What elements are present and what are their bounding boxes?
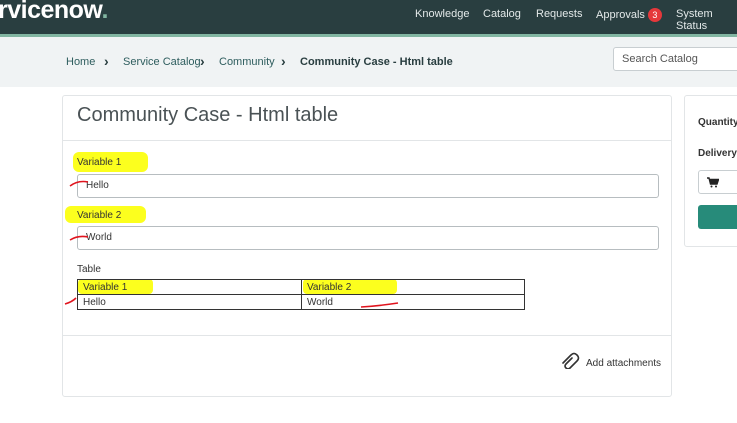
table-header-cell: Variable 1 — [83, 282, 128, 293]
table-cell: Hello — [83, 297, 106, 308]
annotation-mark — [64, 297, 77, 305]
breadcrumb-service-catalog[interactable]: Service Catalog — [123, 56, 201, 68]
table-cell: World — [307, 297, 333, 308]
paperclip-icon[interactable] — [560, 351, 582, 369]
delivery-label: Delivery — [698, 148, 737, 159]
servicenow-logo[interactable]: rvicenow. — [0, 0, 108, 25]
chevron-right-icon: › — [104, 53, 109, 69]
nav-approvals-label: Approvals — [596, 8, 645, 21]
approvals-count-badge: 3 — [647, 8, 662, 22]
quantity-label: Quantity — [698, 117, 737, 128]
add-attachments-link[interactable]: Add attachments — [586, 358, 661, 369]
annotation-mark — [69, 235, 89, 241]
search-catalog-input[interactable]: Search Catalog — [613, 47, 737, 71]
footer-divider — [63, 335, 671, 336]
nav-requests[interactable]: Requests — [536, 8, 582, 20]
title-divider — [63, 140, 671, 141]
table-header-cell: Variable 2 — [307, 282, 352, 293]
nav-system-status[interactable]: System Status — [676, 8, 737, 32]
annotation-mark — [360, 302, 399, 308]
variable2-field[interactable]: World — [77, 226, 659, 250]
page-title: Community Case - Html table — [77, 104, 339, 126]
chevron-right-icon: › — [281, 53, 286, 69]
add-to-cart-button[interactable] — [698, 170, 737, 194]
annotation-mark — [69, 180, 89, 187]
chevron-right-icon: › — [200, 53, 205, 69]
nav-approvals[interactable]: Approvals 3 — [596, 8, 662, 22]
variable2-label: Variable 2 — [77, 210, 122, 221]
cart-icon — [707, 177, 719, 188]
nav-knowledge[interactable]: Knowledge — [415, 8, 469, 20]
order-now-button[interactable] — [698, 205, 737, 229]
table-column-divider — [301, 279, 302, 310]
logo-dot: . — [101, 0, 108, 24]
table-label: Table — [77, 264, 101, 275]
variable1-label: Variable 1 — [77, 157, 122, 168]
logo-text: rvicenow — [0, 0, 102, 24]
variable1-field[interactable]: Hello — [77, 174, 659, 198]
breadcrumb-home[interactable]: Home — [66, 56, 95, 68]
breadcrumb-community[interactable]: Community — [219, 56, 275, 68]
breadcrumb-current: Community Case - Html table — [300, 56, 453, 68]
nav-catalog[interactable]: Catalog — [483, 8, 521, 20]
